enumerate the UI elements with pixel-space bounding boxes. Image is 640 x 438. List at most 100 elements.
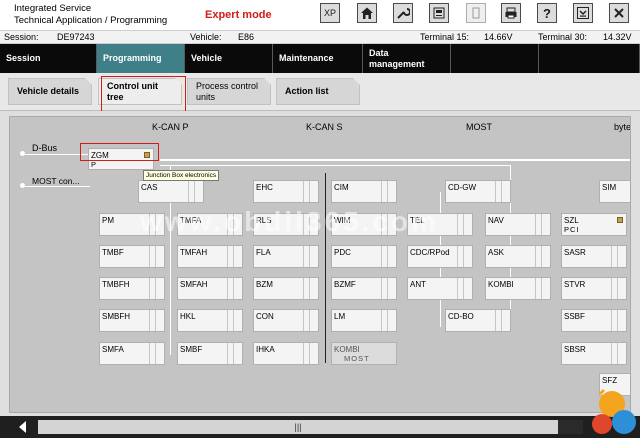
- scroll-thumb[interactable]: |||: [38, 420, 558, 434]
- dbus-label: D-Bus: [32, 143, 58, 153]
- copy-icon: [472, 7, 480, 19]
- tab-programming[interactable]: Programming: [97, 44, 185, 73]
- ecu-con[interactable]: CON: [253, 309, 319, 332]
- ecu-cim-label: CIM: [334, 183, 349, 192]
- tab-empty-2: [539, 44, 640, 73]
- highlight-box-control-unit-tree: [101, 76, 186, 112]
- ecu-cim[interactable]: CIM: [331, 180, 397, 203]
- ecu-kombi-most[interactable]: KOMBI MOST: [331, 342, 397, 365]
- ecu-ant-label: ANT: [410, 280, 426, 289]
- ecu-kombi[interactable]: KOMBI: [485, 277, 551, 300]
- ecu-bzm[interactable]: BZM: [253, 277, 319, 300]
- ecu-lm[interactable]: LM: [331, 309, 397, 332]
- ecu-pm-label: PM: [102, 216, 114, 225]
- ecu-ask[interactable]: ASK: [485, 245, 551, 268]
- ecu-fla-label: FLA: [256, 248, 271, 257]
- print-button[interactable]: [501, 3, 521, 23]
- terminal30-label: Terminal 30:: [538, 32, 588, 42]
- ecu-nav[interactable]: NAV: [485, 213, 551, 236]
- main-navigation: Session Programming Vehicle Maintenance …: [0, 44, 640, 73]
- tools-button[interactable]: [393, 3, 413, 23]
- subtab-vehicle-details[interactable]: Vehicle details: [8, 78, 92, 105]
- minimize-icon: [577, 7, 589, 19]
- ecu-ehc[interactable]: EHC: [253, 180, 319, 203]
- tab-data-management-label: Data management: [369, 47, 425, 69]
- tab-session-label: Session: [6, 53, 41, 63]
- zgm-tooltip: Junction Box electronics: [143, 170, 220, 181]
- document-button[interactable]: [429, 3, 449, 23]
- scroll-track[interactable]: |||: [38, 420, 583, 434]
- ecu-cd-bo[interactable]: CD-BO: [445, 309, 511, 332]
- ecu-stvr[interactable]: STVR: [561, 277, 627, 300]
- dbus-node: [20, 151, 25, 156]
- tab-empty-1: [451, 44, 539, 73]
- minimize-button[interactable]: [573, 3, 593, 23]
- session-value: DE97243: [57, 32, 95, 42]
- copy-button[interactable]: [466, 3, 486, 23]
- ecu-hkl[interactable]: HKL: [177, 309, 243, 332]
- ecu-sim[interactable]: SIM: [599, 180, 630, 203]
- ecu-bzmf-label: BZMF: [334, 280, 356, 289]
- help-button[interactable]: ?: [537, 3, 557, 23]
- ecu-cas[interactable]: CAS: [138, 180, 204, 203]
- tab-session[interactable]: Session: [0, 44, 97, 73]
- ecu-pdc-label: PDC: [334, 248, 351, 257]
- ecu-kombi-label: KOMBI: [488, 280, 514, 289]
- most-con-label: MOST con...: [32, 176, 80, 186]
- ecu-smfah[interactable]: SMFAH: [177, 277, 243, 300]
- ecu-cd-gw[interactable]: CD-GW: [445, 180, 511, 203]
- tab-vehicle[interactable]: Vehicle: [185, 44, 273, 73]
- ecu-tmbf[interactable]: TMBF: [99, 245, 165, 268]
- ecu-tmfah[interactable]: TMFAH: [177, 245, 243, 268]
- wrench-icon: [397, 8, 410, 19]
- horizontal-scrollbar[interactable]: |||: [0, 416, 640, 438]
- ecu-smbfh-label: SMBFH: [102, 312, 130, 321]
- subtab-action-list[interactable]: Action list: [276, 78, 360, 105]
- document-icon: [433, 7, 445, 19]
- ecu-ant[interactable]: ANT: [407, 277, 473, 300]
- subtab-action-list-label: Action list: [285, 86, 329, 96]
- terminal15-label: Terminal 15:: [420, 32, 470, 42]
- ecu-sasr-label: SASR: [564, 248, 586, 257]
- ecu-kombi-most-sub: MOST: [344, 354, 370, 363]
- app-title-line1: Integrated Service: [14, 3, 92, 14]
- session-status-bar: Session: DE97243 Vehicle: E86 Terminal 1…: [0, 30, 640, 44]
- session-label: Session:: [4, 32, 39, 42]
- ecu-szl[interactable]: SZL PCI: [561, 213, 627, 236]
- subtab-process-control-units[interactable]: Process control units: [187, 78, 271, 105]
- ecu-pdc[interactable]: PDC: [331, 245, 397, 268]
- ecu-fla[interactable]: FLA: [253, 245, 319, 268]
- tab-maintenance[interactable]: Maintenance: [273, 44, 363, 73]
- ecu-tmbfh[interactable]: TMBFH: [99, 277, 165, 300]
- ecu-sbsr[interactable]: SBSR: [561, 342, 627, 365]
- close-button[interactable]: [609, 3, 629, 23]
- ecu-tmbf-label: TMBF: [102, 248, 124, 257]
- terminal30-value: 14.32V: [603, 32, 632, 42]
- ecu-zgm-sub: P: [91, 160, 98, 169]
- ecu-sim-label: SIM: [602, 183, 617, 192]
- print-icon: [505, 7, 517, 19]
- sub-navigation: Vehicle details Control unit tree Proces…: [0, 73, 640, 111]
- ecu-lm-label: LM: [334, 312, 346, 321]
- ecu-cas-label: CAS: [141, 183, 158, 192]
- ecu-smbf[interactable]: SMBF: [177, 342, 243, 365]
- tab-data-management[interactable]: Data management: [363, 44, 451, 73]
- ecu-ssbf[interactable]: SSBF: [561, 309, 627, 332]
- ecu-smbfh[interactable]: SMBFH: [99, 309, 165, 332]
- ecu-stvr-label: STVR: [564, 280, 586, 289]
- ecu-ehc-label: EHC: [256, 183, 273, 192]
- ecu-ihka[interactable]: IHKA: [253, 342, 319, 365]
- ecu-kombi-most-label: KOMBI: [334, 345, 360, 354]
- ecu-smbf-label: SMBF: [180, 345, 203, 354]
- ecu-cdc-rpod[interactable]: CDC/RPod: [407, 245, 473, 268]
- subtab-process-control-units-label: Process control units: [196, 80, 259, 102]
- ecu-sasr[interactable]: SASR: [561, 245, 627, 268]
- scroll-left-button[interactable]: [6, 416, 38, 438]
- xp-button[interactable]: XP: [320, 3, 340, 23]
- ecu-smfa[interactable]: SMFA: [99, 342, 165, 365]
- expert-mode-label: Expert mode: [205, 9, 272, 21]
- home-button[interactable]: [357, 3, 377, 23]
- ecu-cdc-rpod-label: CDC/RPod: [410, 248, 450, 257]
- tab-maintenance-label: Maintenance: [279, 53, 334, 63]
- ecu-bzmf[interactable]: BZMF: [331, 277, 397, 300]
